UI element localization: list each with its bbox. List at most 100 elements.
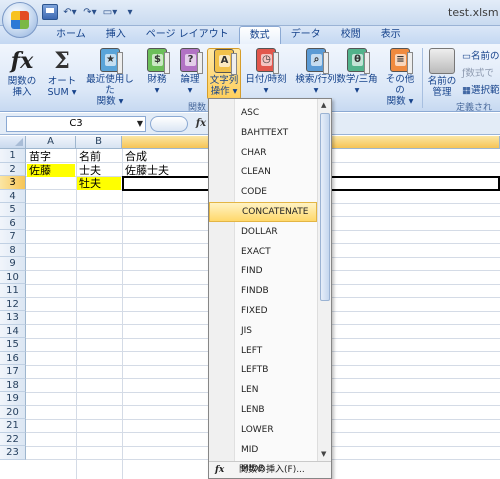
insert-function-button[interactable]: fx 関数の 挿入 (6, 48, 38, 100)
menu-item-code[interactable]: CODE (209, 182, 317, 202)
tab-view[interactable]: 表示 (371, 26, 411, 44)
column-divider (76, 149, 77, 479)
text-functions-button[interactable]: A 文字列 操作 ▾ (207, 48, 241, 100)
menu-item-len[interactable]: LEN (209, 380, 317, 400)
scroll-down-icon[interactable]: ▼ (321, 450, 326, 458)
column-divider (122, 149, 123, 479)
menu-item-clean[interactable]: CLEAN (209, 162, 317, 182)
cell-a1[interactable]: 苗字 (27, 150, 75, 163)
row-header-4[interactable]: 4 (0, 189, 26, 203)
more-books-icon: ≡ (390, 48, 413, 74)
menu-item-fixed[interactable]: FIXED (209, 301, 317, 321)
tab-home[interactable]: ホーム (46, 26, 96, 44)
text-functions-menu: ▲ ▼ fx 関数の挿入(F)... ASC BAHTTEXT CHAR CLEAN C… (208, 98, 332, 479)
chevron-down-icon[interactable]: ▼ (137, 117, 143, 131)
row-header-15[interactable]: 15 (0, 338, 26, 352)
datetime-button[interactable]: ◷ 日付/時刻 ▾ (244, 48, 288, 100)
cell-b1[interactable]: 名前 (77, 150, 121, 163)
cell-a2[interactable]: 佐藤 (27, 163, 75, 177)
row-header-20[interactable]: 20 (0, 405, 26, 419)
row-header-10[interactable]: 10 (0, 270, 26, 284)
menu-item-find[interactable]: FIND (209, 261, 317, 281)
row-header-9[interactable]: 9 (0, 257, 26, 271)
logical-button[interactable]: ? 論理 ▾ (176, 48, 204, 100)
office-button[interactable] (2, 2, 38, 38)
row-header-3[interactable]: 3 (0, 176, 26, 190)
row-header-7[interactable]: 7 (0, 230, 26, 244)
select-all-corner[interactable] (0, 136, 26, 149)
group-separator (422, 48, 423, 108)
financial-book-icon: $ (147, 48, 170, 74)
menu-item-lower[interactable]: LOWER (209, 420, 317, 440)
financial-button[interactable]: $ 財務 ▾ (142, 48, 172, 100)
row-header-14[interactable]: 14 (0, 324, 26, 338)
lookup-book-icon: ⌕ (306, 48, 329, 74)
undo-icon[interactable]: ↶▾ (62, 4, 78, 20)
menu-item-char[interactable]: CHAR (209, 143, 317, 163)
name-box[interactable]: C3 ▼ (6, 116, 146, 132)
tab-formulas[interactable]: 数式 (238, 26, 281, 44)
row-header-6[interactable]: 6 (0, 216, 26, 230)
logical-book-icon: ? (180, 48, 203, 74)
row-header-16[interactable]: 16 (0, 351, 26, 365)
cell-c2[interactable]: 佐藤士夫 (123, 164, 203, 177)
menu-item-findb[interactable]: FINDB (209, 281, 317, 301)
menu-item-bahttext[interactable]: BAHTTEXT (209, 123, 317, 143)
column-header-a[interactable]: A (26, 136, 76, 149)
row-header-5[interactable]: 5 (0, 203, 26, 217)
menu-item-lenb[interactable]: LENB (209, 400, 317, 420)
menu-item-dollar[interactable]: DOLLAR (209, 222, 317, 242)
row-header-21[interactable]: 21 (0, 419, 26, 433)
row-header-22[interactable]: 22 (0, 432, 26, 446)
row-header-2[interactable]: 2 (0, 162, 26, 176)
formula-cancel-enter[interactable] (150, 116, 188, 132)
menu-scrollbar[interactable]: ▲ ▼ (317, 99, 331, 461)
title-bar: ↶▾ ↷▾ ▭▾ ▾ test.xlsm (0, 0, 500, 26)
function-fx-icon: fx (10, 48, 34, 74)
use-in-formula-button[interactable]: ƒ数式で (462, 65, 494, 79)
more-functions-button[interactable]: ≡ その他の 関数 ▾ (382, 48, 418, 107)
row-header-19[interactable]: 19 (0, 392, 26, 406)
row-header-13[interactable]: 13 (0, 311, 26, 325)
cell-b3[interactable]: 牡夫 (77, 177, 121, 190)
menu-item-concatenate[interactable]: CONCATENATE (209, 202, 317, 222)
tab-page-layout[interactable]: ページ レイアウト (136, 26, 239, 44)
office-logo-icon (11, 11, 29, 29)
column-header-b[interactable]: B (76, 136, 122, 149)
menu-item-leftb[interactable]: LEFTB (209, 360, 317, 380)
print-preview-icon[interactable]: ▭▾ (102, 4, 118, 20)
cell-b2[interactable]: 士夫 (77, 164, 121, 177)
row-header-8[interactable]: 8 (0, 243, 26, 257)
menu-item-asc[interactable]: ASC (209, 103, 317, 123)
datetime-book-icon: ◷ (256, 48, 279, 74)
tab-review[interactable]: 校閲 (331, 26, 371, 44)
tab-insert[interactable]: 挿入 (96, 26, 136, 44)
row-header-12[interactable]: 12 (0, 297, 26, 311)
recent-functions-button[interactable]: ★ 最近使用した 関数 ▾ (82, 48, 138, 107)
function-library-group-label: 関数 (188, 103, 207, 113)
save-icon[interactable] (42, 4, 58, 20)
row-header-11[interactable]: 11 (0, 284, 26, 298)
menu-item-midb[interactable]: MIDB (209, 459, 317, 479)
row-header-18[interactable]: 18 (0, 378, 26, 392)
tab-data[interactable]: データ (281, 26, 331, 44)
menu-item-exact[interactable]: EXACT (209, 242, 317, 262)
redo-icon[interactable]: ↷▾ (82, 4, 98, 20)
menu-item-mid[interactable]: MID (209, 440, 317, 460)
customize-qat-icon[interactable]: ▾ (122, 4, 138, 20)
name-manager-icon (429, 48, 455, 74)
autosum-button[interactable]: Σ オート SUM ▾ (46, 48, 78, 100)
define-name-button[interactable]: ▭名前の (462, 48, 500, 62)
menu-item-left[interactable]: LEFT (209, 341, 317, 361)
row-header-1[interactable]: 1 (0, 149, 26, 163)
row-header-17[interactable]: 17 (0, 365, 26, 379)
name-manager-button[interactable]: 名前の 管理 (426, 48, 458, 100)
scrollbar-thumb[interactable] (320, 113, 330, 301)
scroll-up-icon[interactable]: ▲ (321, 101, 326, 109)
ribbon-tabs: ホーム 挿入 ページ レイアウト 数式 データ 校閲 表示 (0, 26, 500, 44)
menu-item-jis[interactable]: JIS (209, 321, 317, 341)
create-from-selection-button[interactable]: ▦選択範 (462, 82, 500, 96)
math-trig-button[interactable]: θ 数学/三角 ▾ (334, 48, 380, 100)
row-header-23[interactable]: 23 (0, 446, 26, 460)
cell-c1[interactable]: 合成 (123, 150, 203, 163)
